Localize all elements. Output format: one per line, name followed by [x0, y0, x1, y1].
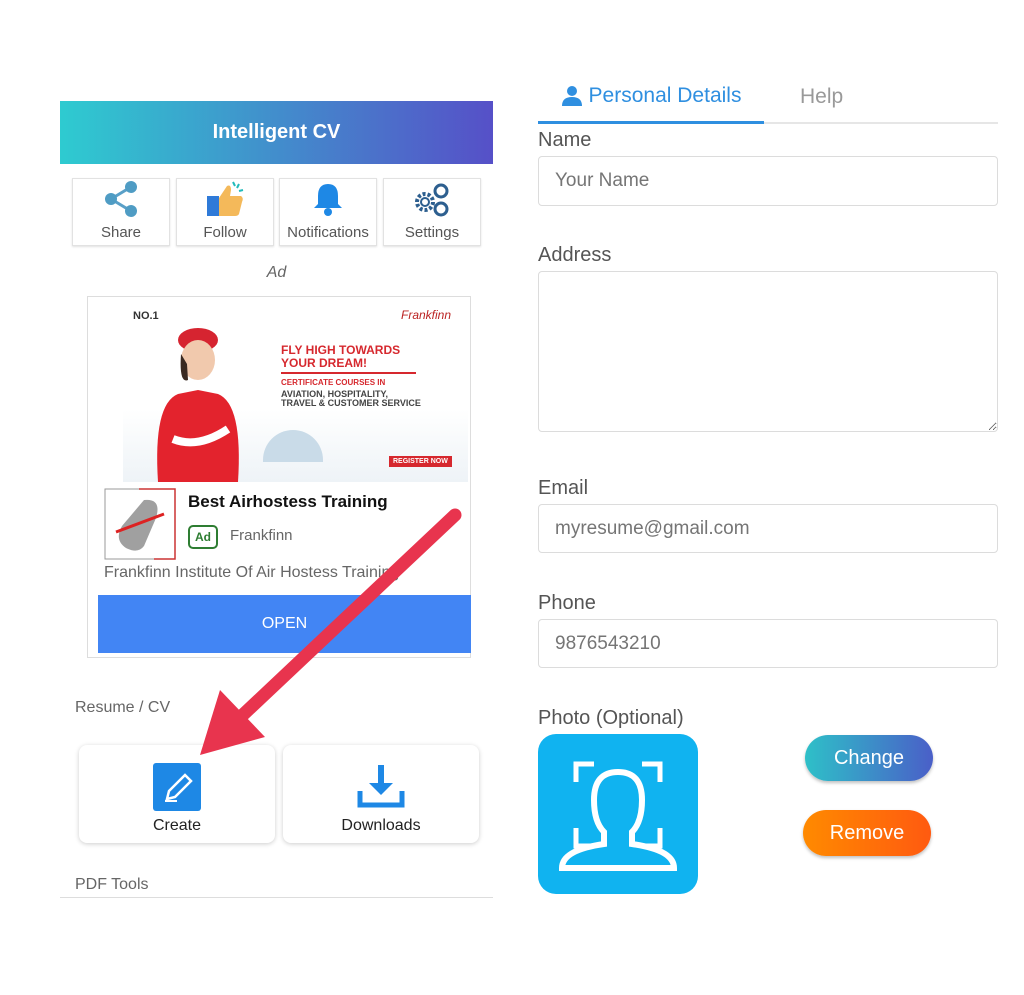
photo-placeholder-icon[interactable] — [538, 734, 698, 894]
gear-icon — [415, 183, 449, 217]
photo-label: Photo (Optional) — [538, 707, 684, 729]
tab-bar: Personal Details Help — [538, 70, 998, 124]
advertiser-logo — [104, 488, 176, 560]
notifications-button[interactable]: Notifications — [279, 178, 377, 246]
card-label: Create — [152, 817, 202, 834]
banner-subtitle: CERTIFICATE COURSES IN — [281, 378, 386, 387]
remove-photo-button[interactable]: Remove — [803, 810, 931, 856]
card-label: Downloads — [341, 817, 421, 834]
phone-label: Phone — [538, 592, 596, 614]
change-photo-button[interactable]: Change — [805, 735, 933, 781]
divider — [60, 897, 493, 898]
share-icon — [105, 181, 137, 217]
ad-label: Ad — [266, 264, 287, 281]
email-input[interactable] — [538, 504, 998, 553]
tab-label: Help — [800, 85, 844, 108]
tile-label: Share — [100, 224, 142, 241]
follow-button[interactable]: Follow — [176, 178, 274, 246]
tab-personal-details[interactable]: Personal Details — [538, 70, 764, 124]
thumbs-up-icon — [207, 181, 244, 216]
settings-button[interactable]: Settings — [383, 178, 481, 246]
name-input[interactable] — [538, 156, 998, 206]
tab-label: Personal Details — [588, 83, 742, 107]
name-label: Name — [538, 129, 592, 151]
tab-help[interactable]: Help — [800, 70, 843, 124]
app-header: Intelligent CV — [60, 101, 493, 164]
address-input[interactable] — [538, 271, 998, 432]
edit-icon — [153, 763, 201, 811]
banner-subtitle: TRAVEL & CUSTOMER SERVICE — [281, 398, 421, 408]
banner-badge: NO.1 — [133, 310, 159, 322]
person-icon — [561, 85, 582, 106]
pdf-section-title: PDF Tools — [75, 876, 149, 893]
tile-label: Notifications — [287, 224, 369, 241]
phone-input[interactable] — [538, 619, 998, 668]
tile-label: Follow — [203, 224, 247, 241]
ad-banner-image[interactable]: NO.1 Frankfinn FLY HIGH TOWARDS YOUR DREA… — [123, 300, 468, 482]
flight-attendant-image — [157, 328, 239, 482]
email-label: Email — [538, 477, 589, 499]
bell-icon — [314, 184, 342, 216]
tile-label: Settings — [404, 224, 460, 241]
download-icon — [357, 765, 405, 808]
resume-section-title: Resume / CV — [75, 699, 171, 716]
app-title: Intelligent CV — [212, 121, 341, 143]
banner-brand: Frankfinn — [401, 308, 452, 322]
red-arrow-annotation — [200, 508, 462, 755]
register-now-button[interactable]: REGISTER NOW — [389, 456, 452, 467]
banner-headline: YOUR DREAM! — [281, 356, 367, 370]
share-button[interactable]: Share — [72, 178, 170, 246]
address-label: Address — [538, 244, 612, 266]
